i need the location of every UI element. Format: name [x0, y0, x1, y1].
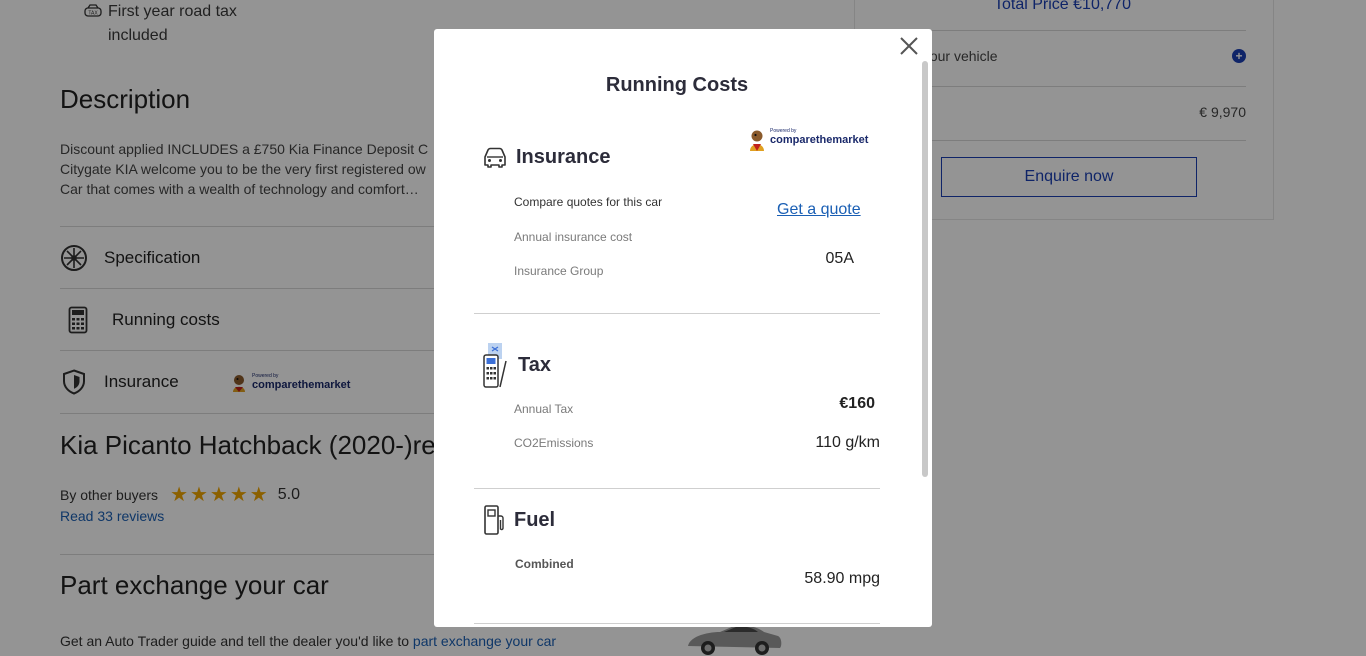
close-icon[interactable]: [898, 35, 920, 57]
divider: [474, 313, 880, 314]
running-costs-modal: Running Costs Powered by comparethemarke…: [434, 29, 932, 627]
modal-title: Running Costs: [605, 74, 749, 96]
insurance-heading: Insurance: [482, 145, 610, 169]
car-icon: [482, 145, 508, 169]
fuel-heading: Fuel: [482, 504, 555, 536]
co2-emissions-label: CO2Emissions: [514, 436, 594, 450]
annual-tax-value: €160: [839, 395, 875, 412]
insurance-group-value: 05A: [825, 250, 854, 267]
annual-tax-label: Annual Tax: [514, 402, 574, 416]
get-a-quote-link[interactable]: Get a quote: [777, 201, 861, 219]
combined-mpg-value: 58.90 mpg: [804, 570, 880, 587]
modal-scrollbar[interactable]: [922, 61, 928, 477]
tax-calculator-icon: [482, 341, 510, 389]
insurance-group-label: Insurance Group: [514, 264, 604, 278]
fuel-heading-text: Fuel: [514, 508, 556, 531]
tax-heading-text: Tax: [518, 353, 551, 376]
combined-label: Combined: [515, 557, 574, 571]
divider: [474, 488, 880, 489]
comparethemarket-logo: Powered by comparethemarket: [748, 127, 869, 151]
divider: [474, 623, 880, 624]
compare-quotes-label: Compare quotes for this car: [514, 195, 663, 209]
insurance-heading-text: Insurance: [516, 145, 611, 168]
tax-heading: Tax: [482, 341, 551, 389]
annual-insurance-cost-label: Annual insurance cost: [514, 230, 633, 244]
fuel-pump-icon: [482, 504, 506, 536]
meerkat-icon: [748, 127, 766, 151]
co2-emissions-value: 110 g/km: [815, 434, 880, 451]
ctm-brand: comparethemarket: [770, 134, 869, 146]
